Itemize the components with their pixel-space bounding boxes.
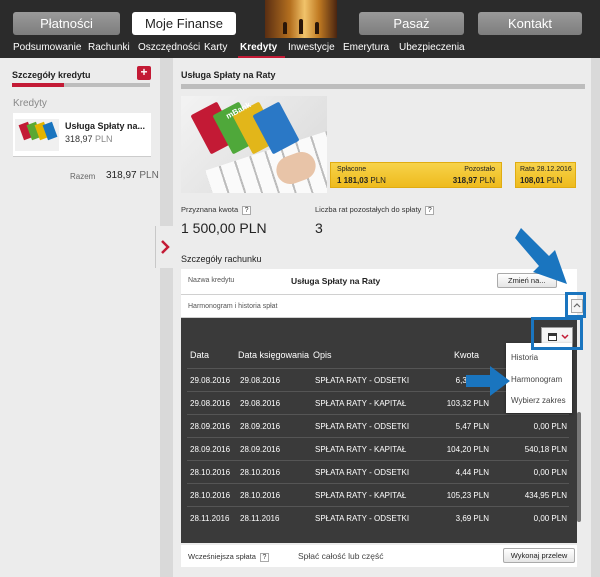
collapse-sidebar-toggle[interactable] [155,226,173,268]
help-icon[interactable]: ? [425,205,435,215]
highlight-box [531,317,583,350]
view-dropdown-menu: Historia Harmonogram Wybierz zakres [506,343,572,413]
subnav-ubezpieczenia[interactable]: Ubezpieczenia [399,42,465,53]
page-title: Usługa Spłaty na Raty [181,70,276,80]
title-divider [181,84,585,89]
subnav-karty[interactable]: Karty [204,42,227,53]
col-header-date[interactable]: Data [190,350,209,360]
repay-text: Spłać całość lub część [298,551,384,561]
credit-name-value: Usługa Spłaty na Raty [291,276,381,286]
top-nav: Płatności Moje Finanse Pasaż Kontakt [0,0,600,38]
granted-amount-value: 1 500,00 PLN [181,220,267,236]
subnav-emerytura[interactable]: Emerytura [343,42,389,53]
help-icon[interactable]: ? [242,205,252,215]
early-repayment-row: Wcześniejsza spłata? Spłać całość lub cz… [181,545,577,567]
nav-moje-finanse[interactable]: Moje Finanse [132,12,236,35]
subnav-oszczednosci[interactable]: Oszczędności [138,42,200,53]
sidebar-title: Szczegóły kredytu [12,70,91,80]
dropdown-option-wybierz-zakres[interactable]: Wybierz zakres [511,396,566,405]
table-scrollbar[interactable] [577,412,581,522]
loan-photo: mBank [181,96,327,193]
annotation-arrow-icon [466,366,510,396]
total-amount: 318,97 PLN [106,170,159,181]
subnav-inwestycje[interactable]: Inwestycje [288,42,335,53]
subnav-podsumowanie[interactable]: Podsumowanie [13,42,81,53]
execute-transfer-button[interactable]: Wykonaj przelew [503,548,575,563]
table-row[interactable]: 28.09.2016 28.09.2016 SPŁATA RATY - ODSE… [187,414,569,437]
next-installment-box: Rata 28.12.2016 108,01 PLN [515,162,576,188]
chevron-right-icon [161,240,170,254]
dropdown-option-harmonogram[interactable]: Harmonogram [511,375,562,384]
table-row[interactable]: 28.11.2016 28.11.2016 SPŁATA RATY - ODSE… [187,506,569,529]
nav-pasaz[interactable]: Pasaż [359,12,464,35]
sidebar: Szczegóły kredytu + Kredyty Usługa Spłat… [0,58,160,577]
sidebar-section-label: Kredyty [13,98,47,109]
col-header-amount[interactable]: Kwota [454,350,479,360]
sidebar-divider [12,83,150,87]
loan-card[interactable]: Usługa Spłaty na... 318,97 PLN [13,113,151,157]
remaining-installments-value: 3 [315,220,323,236]
banner-image [265,0,337,38]
loan-card-amount: 318,97 PLN [65,134,113,144]
annotation-arrow-icon [515,228,567,284]
nav-platnosci[interactable]: Płatności [13,12,120,35]
early-repayment-label: Wcześniejsza spłata? [188,552,269,562]
subnav-rachunki[interactable]: Rachunki [88,42,130,53]
subnav-kredyty[interactable]: Kredyty [240,42,277,53]
schedule-row[interactable]: Harmonogram i historia spłat [181,295,583,318]
sub-nav: Podsumowanie Rachunki Oszczędności Karty… [0,38,600,58]
credit-name-label: Nazwa kredytu [188,277,235,284]
nav-kontakt[interactable]: Kontakt [478,12,582,35]
schedule-label: Harmonogram i historia spłat [188,303,278,310]
total-label: Razem [70,172,96,181]
table-row[interactable]: 28.09.2016 28.09.2016 SPŁATA RATY - KAPI… [187,437,569,460]
help-icon[interactable]: ? [259,552,269,562]
loan-card-name: Usługa Spłaty na... [65,121,146,131]
dropdown-option-historia[interactable]: Historia [511,353,538,362]
loan-thumbnail [15,119,59,151]
account-details-heading: Szczegóły rachunku [181,254,262,264]
repayment-summary-box: Spłacone Pozostało 1 181,03 PLN 318,97 P… [330,162,502,188]
col-header-description[interactable]: Opis [313,350,332,360]
table-row[interactable]: 28.10.2016 28.10.2016 SPŁATA RATY - KAPI… [187,483,569,506]
table-row[interactable]: 28.10.2016 28.10.2016 SPŁATA RATY - ODSE… [187,460,569,483]
add-credit-button[interactable]: + [137,66,151,80]
main-content: Usługa Spłaty na Raty mBank Spłacone Poz… [173,58,591,577]
highlight-box [565,292,586,318]
remaining-installments-label: Liczba rat pozostałych do spłaty? [315,205,435,215]
col-header-booking-date[interactable]: Data księgowania [238,350,309,360]
granted-amount-label: Przyznana kwota? [181,205,252,215]
